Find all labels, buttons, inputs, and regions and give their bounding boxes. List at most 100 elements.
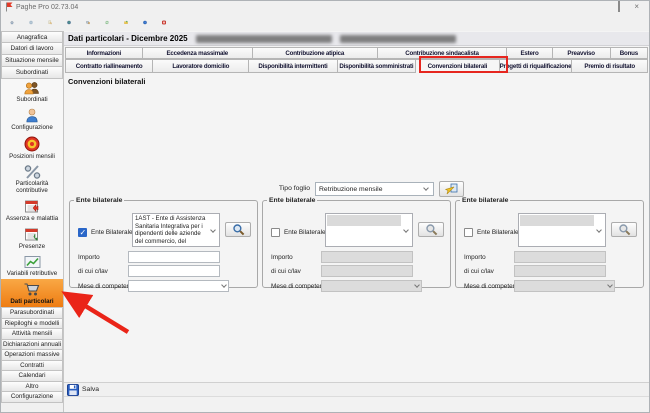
redacted-period-text bbox=[196, 35, 332, 43]
help-globe-icon: ? bbox=[67, 15, 71, 30]
folder-icon bbox=[124, 15, 128, 30]
floppy-save-icon bbox=[67, 384, 79, 396]
folder-button[interactable] bbox=[118, 14, 134, 30]
sidebar-item-altro[interactable]: Altro bbox=[1, 382, 63, 393]
sidebar-item-parasubordinati[interactable]: Parasubordinati bbox=[1, 308, 63, 319]
tab-contribuzione-atipica[interactable]: Contribuzione atipica bbox=[253, 47, 378, 59]
workstation-button[interactable] bbox=[80, 14, 96, 30]
mese-di-competenza-select[interactable] bbox=[128, 280, 229, 292]
load-sheet-button[interactable] bbox=[439, 181, 464, 197]
search-document-button[interactable] bbox=[42, 14, 58, 30]
sidebar-item-calendari[interactable]: Calendari bbox=[1, 371, 63, 382]
sidebar-item-situazione-mensile[interactable]: Situazione mensile bbox=[1, 55, 63, 67]
mese-di-competenza-select bbox=[514, 280, 615, 292]
sync-button[interactable] bbox=[99, 14, 115, 30]
chevron-down-icon bbox=[403, 227, 409, 233]
tab-preavviso[interactable]: Preavviso bbox=[553, 47, 611, 59]
tab-lavoratore-domicilio[interactable]: Lavoratore domicilio bbox=[153, 59, 249, 73]
sidebar-item-dati-particolari[interactable]: Dati particolari bbox=[1, 279, 63, 307]
importo-label: Importo bbox=[464, 254, 486, 261]
group-title: Ente bilaterale bbox=[267, 197, 317, 204]
tab-bonus[interactable]: Bonus bbox=[611, 47, 648, 59]
ente-search-button[interactable] bbox=[225, 222, 251, 237]
sidebar-item-posizioni-mensili[interactable]: Posizioni mensili bbox=[1, 134, 63, 163]
sidebar-item-contratti[interactable]: Contratti bbox=[1, 361, 63, 372]
sidebar-item-label: Subordinati bbox=[16, 96, 47, 103]
ente-search-button[interactable] bbox=[418, 222, 444, 237]
window-title: Paghe Pro 02.73.04 bbox=[16, 4, 78, 11]
ente-bilaterale-checkbox-label: Ente Bilaterale bbox=[91, 229, 133, 236]
tipo-foglio-select[interactable]: Retribuzione mensile bbox=[315, 182, 434, 196]
sidebar-item-subordinati-header[interactable]: Subordinati bbox=[1, 67, 63, 79]
globe-icon bbox=[29, 15, 33, 30]
sidebar-item-datori-di-lavoro[interactable]: Datori di lavoro bbox=[1, 43, 63, 55]
di-cui-clav-input[interactable] bbox=[128, 265, 220, 277]
importo-input[interactable] bbox=[128, 251, 220, 263]
home-icon bbox=[10, 15, 14, 30]
sidebar-item-subordinati[interactable]: Subordinati bbox=[1, 79, 63, 106]
tab-contratto-riallineamento[interactable]: Contratto riallineamento bbox=[65, 59, 153, 73]
ente-bilaterale-checkbox[interactable] bbox=[271, 228, 280, 237]
main-toolbar: ? bbox=[1, 13, 649, 31]
sheet-action-icon bbox=[445, 183, 458, 195]
importo-label: Importo bbox=[271, 254, 293, 261]
tab-disponibilita-intermittenti[interactable]: Disponibilità intermittenti bbox=[249, 59, 337, 73]
percent-icon bbox=[24, 165, 41, 179]
sidebar-item-presenze[interactable]: Presenze bbox=[1, 224, 63, 252]
tab-progetti-di-riqualificazione[interactable]: Progetti di riqualificazione bbox=[500, 59, 573, 73]
sidebar-item-operazioni-massive[interactable]: Operazioni massive bbox=[1, 350, 63, 361]
sidebar-item-label: Posizioni mensili bbox=[9, 153, 55, 160]
search-document-icon bbox=[48, 15, 52, 30]
ente-bilaterale-checkbox[interactable] bbox=[464, 228, 473, 237]
sidebar-item-configurazione-utente[interactable]: Configurazione bbox=[1, 106, 63, 134]
calendar-green-icon bbox=[24, 227, 40, 242]
globe-button[interactable] bbox=[23, 14, 39, 30]
sidebar-item-riepiloghi-e-modelli[interactable]: Riepiloghi e modelli bbox=[1, 319, 63, 330]
tab-estero[interactable]: Estero bbox=[507, 47, 552, 59]
main-content: Dati particolari - Dicembre 2025 Informa… bbox=[64, 31, 649, 412]
help-button[interactable]: ? bbox=[61, 14, 77, 30]
sidebar-item-particolarita-contributive[interactable]: Particolarità contributive bbox=[1, 163, 63, 197]
tab-eccedenza-massimale[interactable]: Eccedenza massimale bbox=[143, 47, 253, 59]
sidebar-item-dichiarazioni-annuali[interactable]: Dichiarazioni annuali bbox=[1, 340, 63, 351]
di-cui-clav-label: di cui c/lav bbox=[464, 268, 494, 275]
tab-row-1: Informazioni Eccedenza massimale Contrib… bbox=[65, 47, 648, 59]
sidebar-item-label: Presenze bbox=[19, 243, 45, 250]
sidebar-item-label: Assenza e malattia bbox=[6, 215, 58, 222]
ente-select bbox=[325, 213, 413, 247]
workstation-icon bbox=[86, 15, 90, 30]
home-button[interactable] bbox=[4, 14, 20, 30]
ente-bilaterale-group-1: Ente bilaterale Ente Bilaterale 1AST - E… bbox=[69, 197, 258, 288]
sidebar-icon-panel: Subordinati Configurazione Posizioni men… bbox=[1, 79, 63, 308]
sidebar-item-variabili-retributive[interactable]: Variabili retributive bbox=[1, 252, 63, 279]
app-window: Paghe Pro 02.73.04 × bbox=[0, 0, 650, 413]
tab-premio-di-risultato[interactable]: Premio di risultato bbox=[572, 59, 648, 73]
ente-select bbox=[518, 213, 606, 247]
tab-contribuzione-sindacalista[interactable]: Contribuzione sindacalista bbox=[378, 47, 508, 59]
sidebar-item-attivita-mensili[interactable]: Attività mensili bbox=[1, 329, 63, 340]
info-button[interactable]: ! bbox=[137, 14, 153, 30]
di-cui-clav-label: di cui c/lav bbox=[271, 268, 301, 275]
chevron-down-icon bbox=[414, 282, 420, 288]
maximize-button[interactable] bbox=[618, 3, 620, 11]
exit-button[interactable] bbox=[156, 14, 172, 30]
sidebar-item-assenza-e-malattia[interactable]: Assenza e malattia bbox=[1, 197, 63, 225]
ente-search-button[interactable] bbox=[611, 222, 637, 237]
close-button[interactable]: × bbox=[634, 3, 639, 11]
ente-bilaterale-checkbox[interactable] bbox=[78, 228, 87, 237]
ente-bilaterale-checkbox-label: Ente Bilaterale bbox=[284, 229, 326, 236]
tab-informazioni[interactable]: Informazioni bbox=[65, 47, 143, 59]
sidebar-item-anagrafica[interactable]: Anagrafica bbox=[1, 31, 63, 43]
ente-select[interactable]: 1AST - Ente di Assistenza Sanitaria Inte… bbox=[132, 213, 220, 247]
tab-convenzioni-bilaterali[interactable]: Convenzioni bilaterali bbox=[416, 59, 499, 73]
ente-select-value: 1AST - Ente di Assistenza Sanitaria Inte… bbox=[134, 215, 208, 245]
chevron-down-icon bbox=[210, 227, 216, 233]
sidebar-item-configurazione[interactable]: Configurazione bbox=[1, 392, 63, 403]
magnifier-icon bbox=[425, 223, 438, 236]
importo-input bbox=[321, 251, 413, 263]
chevron-down-icon bbox=[596, 227, 602, 233]
tab-disponibilita-somministrati[interactable]: Disponibilità somministrati bbox=[338, 59, 417, 73]
chart-icon bbox=[24, 255, 41, 269]
sync-globe-icon bbox=[105, 15, 109, 30]
save-button[interactable]: Salva bbox=[82, 386, 99, 393]
